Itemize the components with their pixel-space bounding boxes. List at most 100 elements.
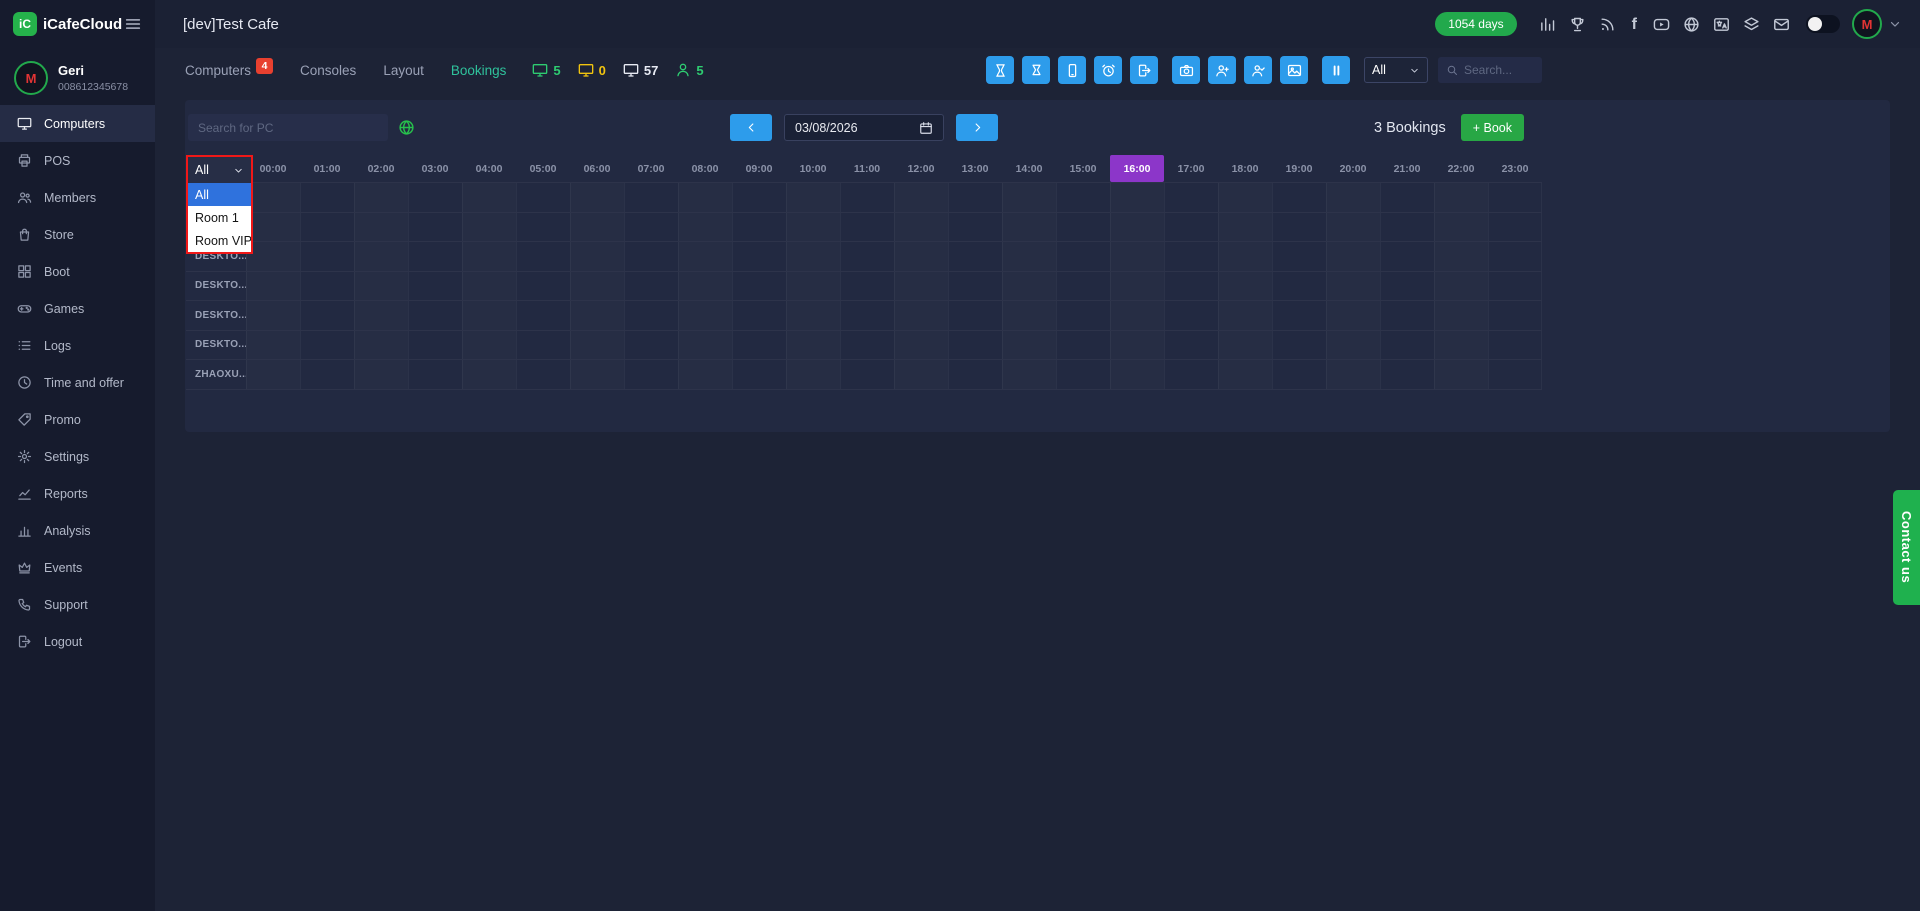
booking-slot-1-2200[interactable] <box>1434 213 1488 242</box>
booking-slot-5-1800[interactable] <box>1218 331 1272 360</box>
booking-slot-2-2000[interactable] <box>1326 242 1380 271</box>
user-check-button[interactable] <box>1244 56 1272 84</box>
booking-slot-6-2300[interactable] <box>1488 360 1542 389</box>
booking-slot-5-0700[interactable] <box>624 331 678 360</box>
booking-slot-6-0700[interactable] <box>624 360 678 389</box>
booking-slot-6-1200[interactable] <box>894 360 948 389</box>
booking-slot-2-1400[interactable] <box>1002 242 1056 271</box>
booking-slot-5-0000[interactable] <box>246 331 300 360</box>
booking-slot-1-1000[interactable] <box>786 213 840 242</box>
sidebar-item-computers[interactable]: Computers <box>0 105 155 142</box>
booking-slot-3-0700[interactable] <box>624 272 678 301</box>
booking-slot-1-1300[interactable] <box>948 213 1002 242</box>
stats-icon[interactable] <box>1539 16 1556 33</box>
booking-slot-6-2200[interactable] <box>1434 360 1488 389</box>
tab-layout[interactable]: Layout <box>383 63 424 78</box>
booking-slot-0-0900[interactable] <box>732 183 786 212</box>
booking-slot-0-1600[interactable] <box>1110 183 1164 212</box>
tags-icon[interactable] <box>1743 16 1760 33</box>
booking-slot-6-1000[interactable] <box>786 360 840 389</box>
booking-slot-0-1900[interactable] <box>1272 183 1326 212</box>
camera-button[interactable] <box>1172 56 1200 84</box>
sidebar-item-store[interactable]: Store <box>0 216 155 253</box>
translate-icon[interactable] <box>1713 16 1730 33</box>
sidebar-item-support[interactable]: Support <box>0 586 155 623</box>
brand-logo[interactable]: iC iCafeCloud <box>13 12 122 36</box>
booking-slot-4-2100[interactable] <box>1380 301 1434 330</box>
booking-slot-6-1400[interactable] <box>1002 360 1056 389</box>
date-input[interactable]: 03/08/2026 <box>784 114 944 141</box>
prev-day-button[interactable] <box>730 114 772 141</box>
booking-slot-1-2000[interactable] <box>1326 213 1380 242</box>
booking-slot-0-0400[interactable] <box>462 183 516 212</box>
booking-slot-0-2300[interactable] <box>1488 183 1542 212</box>
alarm-button[interactable] <box>1094 56 1122 84</box>
booking-slot-6-1600[interactable] <box>1110 360 1164 389</box>
booking-slot-4-1500[interactable] <box>1056 301 1110 330</box>
sidebar-item-boot[interactable]: Boot <box>0 253 155 290</box>
booking-slot-3-1300[interactable] <box>948 272 1002 301</box>
booking-slot-4-1600[interactable] <box>1110 301 1164 330</box>
booking-slot-4-2200[interactable] <box>1434 301 1488 330</box>
booking-slot-6-2100[interactable] <box>1380 360 1434 389</box>
sidebar-item-reports[interactable]: Reports <box>0 475 155 512</box>
theme-toggle[interactable] <box>1806 15 1840 33</box>
trophy-icon[interactable] <box>1569 16 1586 33</box>
booking-slot-5-1700[interactable] <box>1164 331 1218 360</box>
tab-bookings[interactable]: Bookings <box>451 63 507 78</box>
booking-slot-5-2000[interactable] <box>1326 331 1380 360</box>
user-profile[interactable]: M Geri 008612345678 <box>0 48 155 105</box>
booking-slot-3-1600[interactable] <box>1110 272 1164 301</box>
booking-slot-4-0300[interactable] <box>408 301 462 330</box>
booking-slot-4-0100[interactable] <box>300 301 354 330</box>
booking-slot-2-1800[interactable] <box>1218 242 1272 271</box>
booking-slot-3-2100[interactable] <box>1380 272 1434 301</box>
booking-slot-1-2100[interactable] <box>1380 213 1434 242</box>
booking-slot-3-0400[interactable] <box>462 272 516 301</box>
booking-slot-4-0200[interactable] <box>354 301 408 330</box>
hourglass-button[interactable] <box>986 56 1014 84</box>
booking-slot-0-0100[interactable] <box>300 183 354 212</box>
booking-slot-0-2200[interactable] <box>1434 183 1488 212</box>
booking-slot-4-0600[interactable] <box>570 301 624 330</box>
photo-button[interactable] <box>1280 56 1308 84</box>
booking-slot-2-1700[interactable] <box>1164 242 1218 271</box>
booking-slot-5-0600[interactable] <box>570 331 624 360</box>
booking-slot-2-1100[interactable] <box>840 242 894 271</box>
sidebar-item-pos[interactable]: POS <box>0 142 155 179</box>
booking-slot-1-1800[interactable] <box>1218 213 1272 242</box>
booking-slot-0-0200[interactable] <box>354 183 408 212</box>
booking-slot-3-0800[interactable] <box>678 272 732 301</box>
hourglass-end-button[interactable] <box>1022 56 1050 84</box>
booking-slot-0-1300[interactable] <box>948 183 1002 212</box>
book-button[interactable]: + Book <box>1461 114 1524 141</box>
booking-slot-4-1800[interactable] <box>1218 301 1272 330</box>
booking-slot-3-1200[interactable] <box>894 272 948 301</box>
tab-computers[interactable]: Computers4 <box>185 62 273 78</box>
booking-slot-0-1000[interactable] <box>786 183 840 212</box>
booking-slot-6-0400[interactable] <box>462 360 516 389</box>
booking-slot-1-0900[interactable] <box>732 213 786 242</box>
rss-icon[interactable] <box>1599 16 1616 33</box>
booking-slot-3-2000[interactable] <box>1326 272 1380 301</box>
booking-slot-4-0400[interactable] <box>462 301 516 330</box>
booking-slot-6-0300[interactable] <box>408 360 462 389</box>
days-badge[interactable]: 1054 days <box>1435 12 1516 36</box>
booking-slot-2-1300[interactable] <box>948 242 1002 271</box>
booking-slot-5-0200[interactable] <box>354 331 408 360</box>
booking-slot-6-0200[interactable] <box>354 360 408 389</box>
booking-slot-3-2300[interactable] <box>1488 272 1542 301</box>
booking-slot-0-0000[interactable] <box>246 183 300 212</box>
booking-slot-1-0400[interactable] <box>462 213 516 242</box>
booking-slot-1-1900[interactable] <box>1272 213 1326 242</box>
booking-slot-5-0900[interactable] <box>732 331 786 360</box>
sidebar-item-events[interactable]: Events <box>0 549 155 586</box>
contact-us-button[interactable]: Contact us <box>1893 490 1920 605</box>
booking-slot-0-2000[interactable] <box>1326 183 1380 212</box>
booking-slot-6-1500[interactable] <box>1056 360 1110 389</box>
room-option-room-1[interactable]: Room 1 <box>188 206 251 229</box>
booking-slot-0-0800[interactable] <box>678 183 732 212</box>
booking-slot-4-0800[interactable] <box>678 301 732 330</box>
booking-slot-5-0300[interactable] <box>408 331 462 360</box>
booking-slot-1-0600[interactable] <box>570 213 624 242</box>
